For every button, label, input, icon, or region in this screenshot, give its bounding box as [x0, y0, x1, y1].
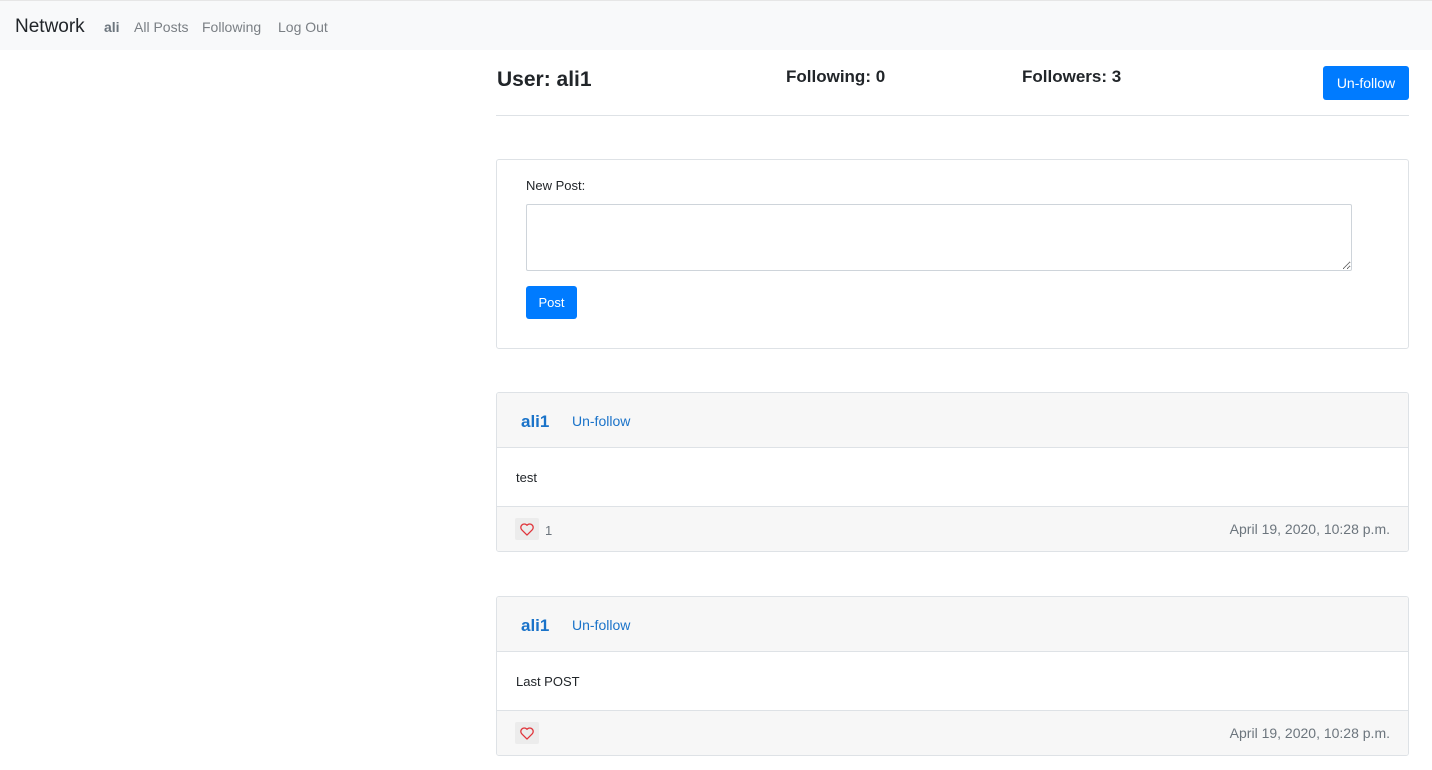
profile-title: User: ali1: [497, 68, 592, 91]
post-timestamp: April 19, 2020, 10:28 p.m.: [1229, 521, 1390, 537]
like-count: 1: [545, 523, 553, 538]
post-header: ali1 Un-follow: [497, 597, 1408, 652]
new-post-form: New Post: Post: [496, 159, 1409, 349]
post-submit-button[interactable]: Post: [526, 286, 577, 319]
new-post-label: New Post:: [526, 178, 586, 193]
nav-all-posts-link[interactable]: All Posts: [134, 19, 188, 35]
post-header: ali1 Un-follow: [497, 393, 1408, 448]
heart-outline-icon: [520, 726, 534, 740]
post-unfollow-link[interactable]: Un-follow: [572, 413, 630, 429]
post-unfollow-link[interactable]: Un-follow: [572, 617, 630, 633]
post-card: ali1 Un-follow Last POST April 19, 2020,…: [496, 596, 1409, 756]
post-author-link[interactable]: ali1: [521, 412, 549, 432]
profile-divider: [496, 115, 1409, 116]
post-timestamp: April 19, 2020, 10:28 p.m.: [1229, 725, 1390, 741]
following-count: Following: 0: [786, 67, 886, 86]
followers-count: Followers: 3: [1022, 67, 1122, 86]
unfollow-button[interactable]: Un-follow: [1323, 66, 1409, 100]
post-author-link[interactable]: ali1: [521, 616, 549, 636]
like-button[interactable]: [515, 722, 539, 744]
navbar: Network ali All Posts Following Log Out: [0, 0, 1432, 50]
post-card: ali1 Un-follow test 1 April 19, 2020, 10…: [496, 392, 1409, 552]
post-body: test: [516, 470, 537, 485]
nav-logout-link[interactable]: Log Out: [278, 19, 328, 35]
heart-outline-icon: [520, 522, 534, 536]
like-button[interactable]: [515, 518, 539, 540]
post-body: Last POST: [516, 674, 580, 689]
brand-link[interactable]: Network: [15, 16, 85, 38]
nav-following-link[interactable]: Following: [202, 19, 261, 35]
post-footer: April 19, 2020, 10:28 p.m.: [497, 710, 1408, 755]
post-footer: 1 April 19, 2020, 10:28 p.m.: [497, 506, 1408, 551]
nav-user-link[interactable]: ali: [104, 19, 120, 35]
new-post-textarea[interactable]: [526, 204, 1352, 271]
